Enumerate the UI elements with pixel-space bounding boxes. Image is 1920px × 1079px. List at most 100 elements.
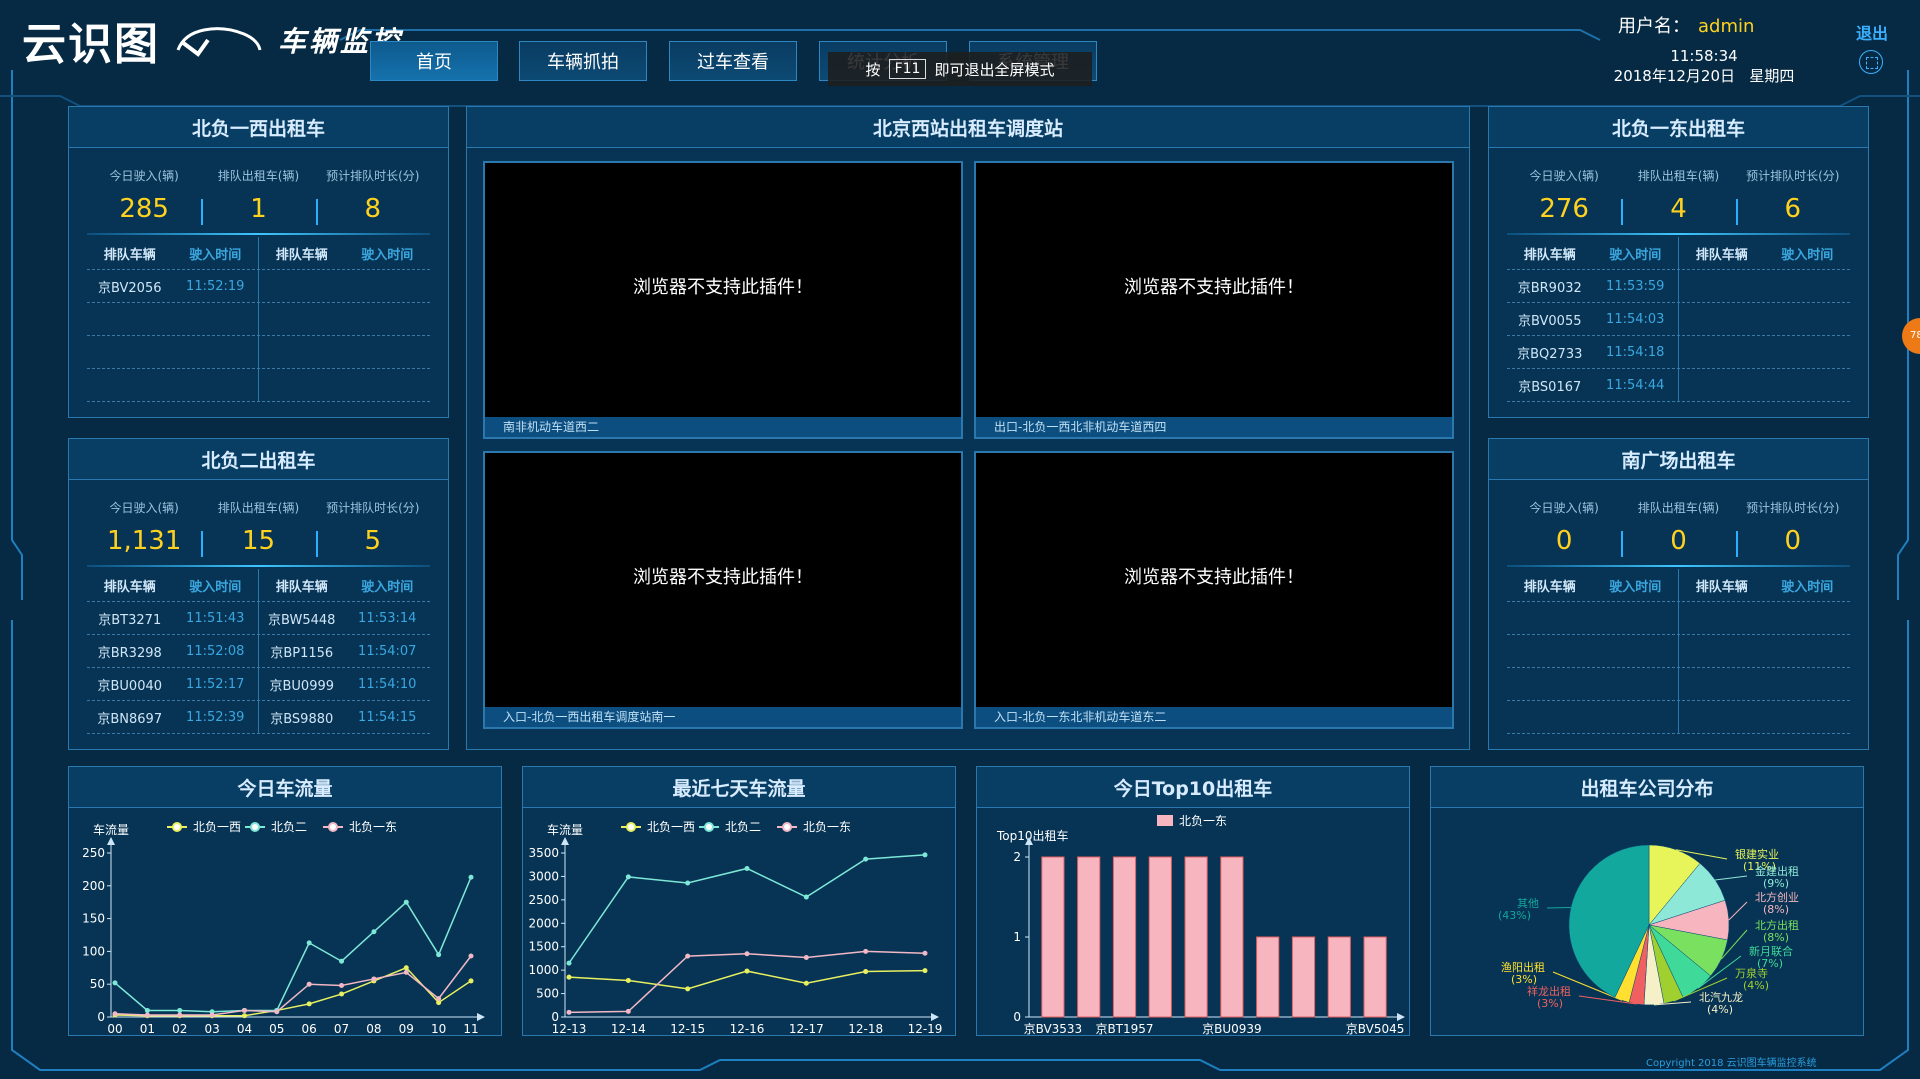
table-row[interactable]	[1507, 602, 1850, 635]
table-row[interactable]	[87, 303, 430, 336]
row-half	[87, 303, 259, 335]
stat-value: 285	[119, 194, 169, 224]
data-point	[144, 1012, 150, 1018]
fullscreen-icon[interactable]	[1859, 50, 1883, 74]
stat-label: 今日驶入(辆)	[109, 501, 179, 515]
pie-leader	[1715, 875, 1748, 881]
y-tick-label: 50	[90, 977, 105, 991]
nav-pass-view[interactable]: 过车查看	[669, 41, 797, 81]
legend-label: 北负一西	[193, 820, 241, 834]
queue-title: 北负一东出租车	[1489, 107, 1868, 148]
queue-panel-bf1-east: 北负一东出租车 今日驶入(辆) 276 排队出租车(辆) 4 预计排队时长(分) 6 排队车辆…	[1488, 106, 1869, 418]
stat-value: 8	[364, 194, 382, 224]
legend-marker	[328, 822, 338, 832]
table-row[interactable]: 京BT3271 11:51:43 京BW5448 11:53:14	[87, 602, 430, 635]
y-tick-label: 100	[82, 944, 105, 958]
data-point	[306, 981, 312, 987]
row-half	[259, 369, 430, 401]
legend-label: 北负一东	[803, 820, 851, 834]
logout-button[interactable]: 退出	[1856, 20, 1888, 44]
camera-feed-3[interactable]: 浏览器不支持此插件！ 入口-北负一西出租车调度站南一	[483, 451, 963, 729]
col-time: 驶入时间	[1781, 247, 1834, 263]
nav-home[interactable]: 首页	[370, 41, 498, 81]
data-point	[625, 1008, 631, 1014]
table-row[interactable]: 京BR9032 11:53:59	[1507, 270, 1850, 303]
col-time: 驶入时间	[189, 247, 242, 263]
row-half: 京BQ2733 11:54:18	[1507, 336, 1679, 368]
data-point	[803, 954, 809, 960]
table-row[interactable]: 京BQ2733 11:54:18	[1507, 336, 1850, 369]
header-half: 排队车辆 驶入时间	[87, 237, 259, 269]
col-time: 驶入时间	[1781, 579, 1834, 595]
stat-value: 4	[1670, 194, 1687, 224]
header-half: 排队车辆 驶入时间	[87, 569, 259, 601]
table-row[interactable]: 京BS0167 11:54:44	[1507, 369, 1850, 402]
y-axis-label: 车流量	[93, 822, 129, 837]
table-row[interactable]	[87, 336, 430, 369]
table-row[interactable]	[87, 369, 430, 402]
nav-vehicle-capture[interactable]: 车辆抓拍	[519, 41, 647, 81]
time-cell: 11:54:10	[358, 676, 417, 692]
pie-pct: (8%)	[1763, 903, 1789, 916]
pie-label: 金建出租	[1755, 864, 1799, 878]
camera-feed-2[interactable]: 浏览器不支持此插件！ 出口-北负一西北非机动车道西四	[974, 161, 1454, 439]
user-label: 用户名：	[1618, 16, 1690, 37]
row-half: 京BS9880 11:54:15	[259, 701, 430, 733]
x-tick-label: 07	[334, 1022, 349, 1035]
queue-stats: 今日驶入(辆) 1,131 排队出租车(辆) 15 预计排队时长(分) 5	[87, 491, 430, 571]
table-row[interactable]: 京BU0040 11:52:17 京BU0999 11:54:10	[87, 668, 430, 701]
chart-title: 今日Top10出租车	[977, 767, 1409, 808]
chart-title: 今日车流量	[69, 767, 501, 808]
data-point	[177, 1012, 183, 1018]
plate-cell: 京BW5448	[268, 612, 336, 628]
stat-value: 0	[1670, 526, 1687, 556]
table-row[interactable]: 京BN8697 11:52:39 京BS9880 11:54:15	[87, 701, 430, 734]
x-tick-label: 12-18	[848, 1022, 883, 1035]
camera-feed-4[interactable]: 浏览器不支持此插件！ 入口-北负一东北非机动车道东二	[974, 451, 1454, 729]
row-half	[87, 369, 259, 401]
y-tick-label: 3500	[528, 846, 559, 860]
y-axis-arrow	[107, 837, 115, 845]
camera-feed-1[interactable]: 浏览器不支持此插件！ 南非机动车道西二	[483, 161, 963, 439]
queue-panel-bf1-west: 北负一西出租车 今日驶入(辆) 285 排队出租车(辆) 1 预计排队时长(分) 8 排队车辆…	[68, 106, 449, 418]
x-tick-label: 12-17	[789, 1022, 824, 1035]
header-half: 排队车辆 驶入时间	[1507, 569, 1679, 601]
row-half: 京BR9032 11:53:59	[1507, 270, 1679, 302]
col-time: 驶入时间	[361, 579, 414, 595]
table-row[interactable]	[1507, 701, 1850, 734]
table-row[interactable]	[1507, 635, 1850, 668]
table-row[interactable]: 京BR3298 11:52:08 京BP1156 11:54:07	[87, 635, 430, 668]
col-plate: 排队车辆	[1695, 579, 1748, 595]
y-tick-label: 1500	[528, 940, 559, 954]
legend-marker	[172, 822, 182, 832]
table-row[interactable]: 京BV0055 11:54:03	[1507, 303, 1850, 336]
time-cell: 11:54:15	[358, 709, 417, 725]
stat-divider	[87, 233, 430, 235]
camera-caption: 南非机动车道西二	[485, 417, 961, 437]
queue-table: 排队车辆 驶入时间 排队车辆 驶入时间 京BV2056 11:52:19	[87, 237, 430, 402]
x-tick-label: 京BU0939	[1202, 1022, 1262, 1035]
data-point	[744, 865, 750, 871]
y-tick-label: 0	[97, 1010, 105, 1024]
pie-label: 银建实业	[1735, 847, 1779, 861]
table-row[interactable]	[1507, 668, 1850, 701]
bar	[1041, 856, 1065, 1018]
queue-panel-south-square: 南广场出租车 今日驶入(辆) 0 排队出租车(辆) 0 预计排队时长(分) 0 排队车辆 驶入时…	[1488, 438, 1869, 750]
y-tick-label: 0	[1013, 1010, 1021, 1024]
chart-panel-company-pie: 出租车公司分布 银建实业 (11%) 金建出租 (9%) 北方创业 (8%) 北方出租 (8%…	[1430, 766, 1864, 1036]
stat-label: 预计排队时长(分)	[1746, 501, 1840, 515]
stat-today-in: 今日驶入(辆) 1,131	[87, 491, 201, 571]
data-point	[685, 953, 691, 959]
data-point	[209, 1012, 215, 1018]
pie-label: 北汽九龙	[1699, 990, 1743, 1004]
plate-cell: 京BS0167	[1518, 379, 1582, 395]
data-point	[274, 1009, 280, 1015]
toast-post: 即可退出全屏模式	[934, 60, 1055, 79]
stat-divider	[1507, 233, 1850, 235]
row-half	[259, 336, 430, 368]
stat-label: 预计排队时长(分)	[326, 169, 420, 183]
table-row[interactable]: 京BV2056 11:52:19	[87, 270, 430, 303]
row-half	[1507, 635, 1679, 667]
copyright: Copyright 2018 云识图车辆监控系统	[1646, 1058, 1817, 1069]
data-point	[468, 874, 474, 880]
